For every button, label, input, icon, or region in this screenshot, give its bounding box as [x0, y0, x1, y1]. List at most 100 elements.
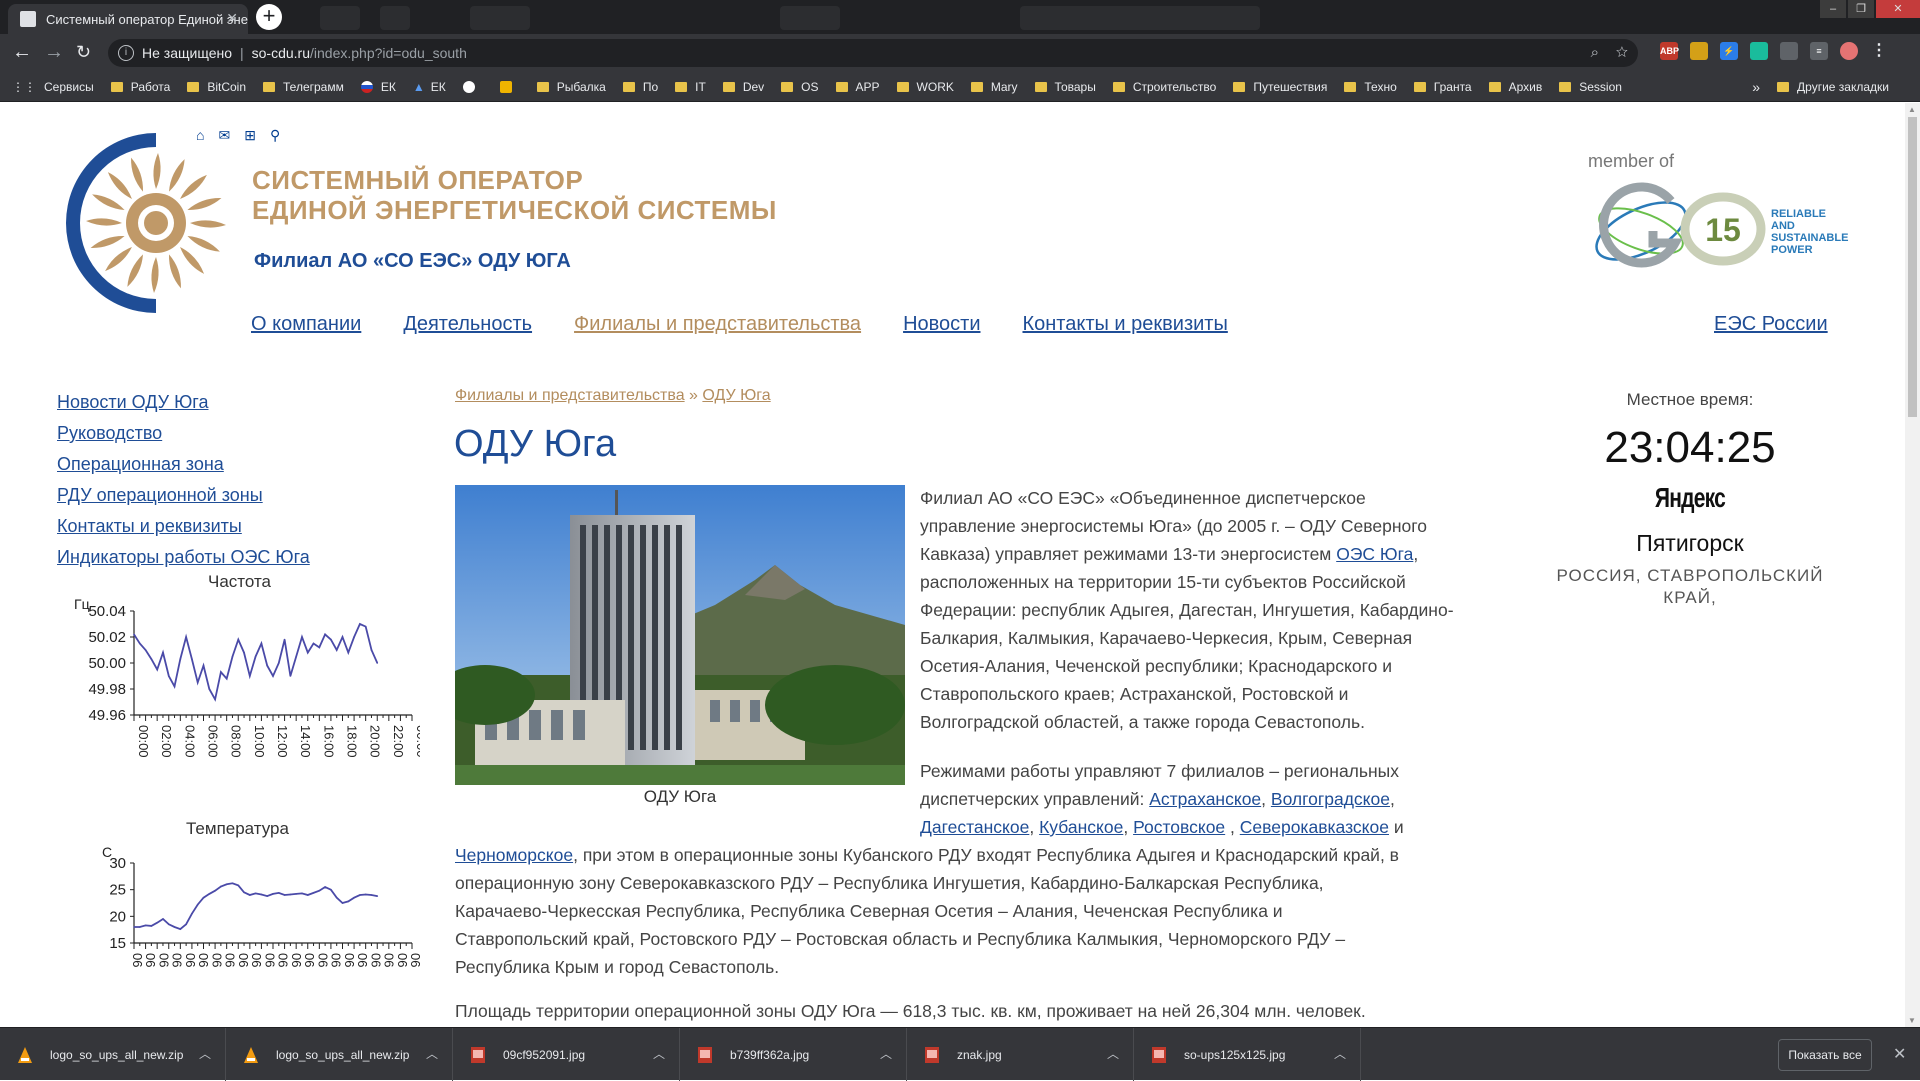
save-extension-icon[interactable] [1750, 42, 1768, 60]
tab-ghost[interactable] [320, 6, 360, 30]
download-item[interactable]: logo_so_ups_all_new.zip ︿ [226, 1028, 453, 1081]
sidebar-item-indicators[interactable]: Индикаторы работы ОЭС Юга [57, 542, 310, 573]
bookmark-folder[interactable]: Работа [110, 80, 170, 94]
window-close-icon[interactable]: ✕ [1876, 0, 1920, 18]
back-arrow-icon[interactable]: ← [12, 42, 32, 62]
bookmark-link[interactable]: ▲ ЕК [413, 80, 446, 94]
rdu-link-kuban[interactable]: Кубанское [1039, 817, 1123, 837]
chevron-up-icon[interactable]: ︿ [653, 1045, 665, 1062]
bookmark-folder[interactable]: Телеграмм [263, 80, 344, 94]
bookmark-folder[interactable]: Путешествия [1233, 80, 1327, 94]
reload-icon[interactable]: ↻ [76, 42, 91, 62]
download-item[interactable]: logo_so_ups_all_new.zip ︿ [0, 1028, 226, 1081]
sidebar-item-management[interactable]: Руководство [57, 418, 310, 449]
lightning-extension-icon[interactable]: ⚡ [1720, 42, 1738, 60]
rdu-link-rostov[interactable]: Ростовское [1133, 817, 1225, 837]
media-icon[interactable]: ≡ [1810, 42, 1828, 60]
download-item[interactable]: so-ups125x125.jpg ︿ [1134, 1028, 1361, 1081]
profile-avatar-icon[interactable] [1840, 42, 1858, 60]
breadcrumb-current-link[interactable]: ОДУ Юга [702, 387, 770, 404]
bookmark-link[interactable] [462, 80, 483, 93]
bookmark-folder[interactable]: Рыбалка [536, 80, 606, 94]
sidebar-item-operational-zone[interactable]: Операционная зона [57, 449, 310, 480]
search-icon[interactable]: ⚲ [270, 127, 280, 144]
chevron-up-icon[interactable]: ︿ [1107, 1045, 1119, 1062]
bookmark-star-icon[interactable]: ☆ [1616, 44, 1628, 61]
page-scrollbar[interactable]: ▲ ▼ [1905, 103, 1920, 1027]
bookmark-folder[interactable]: По [622, 80, 658, 94]
bookmarks-overflow-button[interactable]: » [1752, 79, 1760, 95]
close-downloads-icon[interactable]: ✕ [1893, 1044, 1906, 1064]
rdu-link-dagestan[interactable]: Дагестанское [920, 817, 1029, 837]
bookmark-folder[interactable]: Архив [1488, 80, 1542, 94]
nav-about[interactable]: О компании [251, 313, 361, 336]
building-photo[interactable] [455, 485, 905, 785]
bookmark-folder[interactable]: APP [835, 80, 880, 94]
info-icon[interactable]: i [118, 45, 134, 61]
rdu-link-black-sea[interactable]: Черноморское [455, 845, 573, 865]
bookmark-folder[interactable]: Гранта [1413, 80, 1472, 94]
sitemap-icon[interactable]: ⊞ [244, 127, 256, 144]
bookmark-folder[interactable]: IT [675, 80, 706, 94]
bookmark-folder[interactable]: Session [1559, 80, 1622, 94]
rdu-link-north-caucasus[interactable]: Северокавказское [1240, 817, 1389, 837]
chevron-up-icon[interactable]: ︿ [1334, 1045, 1346, 1062]
extension-icon[interactable] [1690, 42, 1708, 60]
home-icon[interactable]: ⌂ [196, 127, 204, 144]
bookmark-folder[interactable]: OS [781, 80, 819, 94]
nav-activity[interactable]: Деятельность [403, 313, 532, 336]
breadcrumb-parent-link[interactable]: Филиалы и представительства [455, 387, 685, 404]
scrollbar-thumb[interactable] [1908, 117, 1917, 417]
nav-branches[interactable]: Филиалы и представительства [574, 313, 861, 336]
other-bookmarks[interactable]: Другие закладки [1777, 72, 1889, 102]
mail-icon[interactable]: ✉ [218, 127, 230, 144]
bookmark-folder[interactable]: Dev [722, 80, 764, 94]
sidebar-item-contacts[interactable]: Контакты и реквизиты [57, 511, 310, 542]
address-bar[interactable]: i Не защищено | so-cdu.ru/index.php?id=o… [108, 39, 1638, 67]
tab-close-icon[interactable]: ✕ [226, 10, 238, 27]
forward-arrow-icon[interactable]: → [44, 42, 64, 62]
tab-ghost[interactable] [470, 6, 530, 30]
oes-south-link[interactable]: ОЭС Юга [1336, 544, 1413, 564]
puzzle-extension-icon[interactable] [1780, 42, 1798, 60]
new-tab-button[interactable]: + [256, 4, 282, 30]
bookmark-folder[interactable]: Техно [1344, 80, 1397, 94]
bookmark-folder[interactable]: Mary [970, 80, 1018, 94]
zoom-icon[interactable]: ⌕ [1591, 44, 1599, 61]
download-item[interactable]: b739ff362a.jpg ︿ [680, 1028, 907, 1081]
browser-tab[interactable]: Системный оператор Единой эне ✕ [8, 4, 248, 34]
show-all-downloads-button[interactable]: Показать все [1778, 1039, 1872, 1071]
company-logo[interactable] [58, 125, 230, 321]
nav-news[interactable]: Новости [903, 313, 980, 336]
rdu-link-astrakhan[interactable]: Астраханское [1149, 789, 1261, 809]
menu-kebab-icon[interactable]: ⋮ [1870, 42, 1888, 60]
bookmark-folder[interactable]: Товары [1034, 80, 1096, 94]
rdu-link-volgograd[interactable]: Волгоградское [1271, 789, 1390, 809]
minimize-icon[interactable]: – [1820, 0, 1846, 18]
adblock-extension-icon[interactable]: ABP [1660, 42, 1679, 60]
yandex-logo[interactable]: Яндекс [1590, 482, 1791, 514]
data-point [156, 668, 158, 671]
nav-contacts[interactable]: Контакты и реквизиты [1022, 313, 1227, 336]
nav-ees-russia[interactable]: ЕЭС России [1714, 313, 1828, 336]
download-item[interactable]: 09cf952091.jpg ︿ [453, 1028, 680, 1081]
sidebar-item-news[interactable]: Новости ОДУ Юга [57, 387, 310, 418]
bookmark-apps[interactable]: ⋮⋮ Сервисы [12, 80, 94, 94]
bookmark-folder[interactable]: BitCoin [187, 80, 246, 94]
tab-ghost[interactable] [780, 6, 840, 30]
chevron-up-icon[interactable]: ︿ [880, 1045, 892, 1062]
bookmark-link[interactable] [499, 80, 520, 93]
sidebar-item-rdu[interactable]: РДУ операционной зоны [57, 480, 310, 511]
download-item[interactable]: znak.jpg ︿ [907, 1028, 1134, 1081]
scroll-up-icon[interactable]: ▲ [1908, 105, 1916, 114]
maximize-icon[interactable]: ❐ [1848, 0, 1874, 18]
chevron-up-icon[interactable]: ︿ [426, 1045, 438, 1062]
chevron-up-icon[interactable]: ︿ [199, 1045, 211, 1062]
bookmark-link[interactable]: ЕК [360, 80, 396, 94]
bookmark-folder[interactable]: WORK [896, 80, 954, 94]
tab-ghost[interactable] [380, 6, 410, 30]
bookmark-folder[interactable]: Строительство [1112, 80, 1216, 94]
tab-ghost[interactable] [1020, 6, 1260, 30]
scroll-down-icon[interactable]: ▼ [1908, 1016, 1916, 1025]
g15-logo[interactable]: 15 RELIABLE AND SUSTAINABLE POWER [1575, 149, 1875, 279]
